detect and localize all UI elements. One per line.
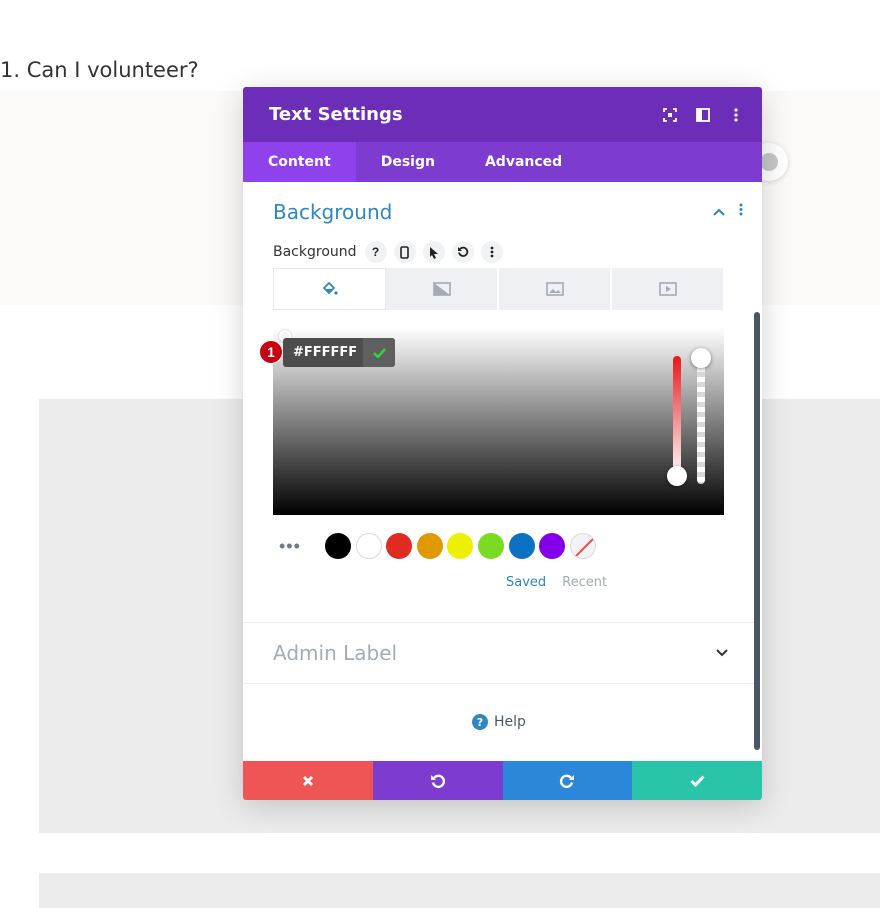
faq-question: 1. Can I volunteer? xyxy=(0,58,199,82)
checkmark-icon xyxy=(690,774,705,787)
background-color-tab[interactable] xyxy=(273,268,386,310)
handle-icon xyxy=(760,153,778,171)
undo-icon xyxy=(430,774,445,788)
help-question-icon[interactable]: ? xyxy=(364,241,387,263)
paint-bucket-icon xyxy=(322,282,338,295)
color-swatch[interactable] xyxy=(386,533,413,559)
help-circle-icon: ? xyxy=(472,714,488,730)
tab-content[interactable]: Content xyxy=(243,142,356,182)
section-divider xyxy=(243,683,754,684)
color-swatch[interactable] xyxy=(539,533,566,559)
hue-slider-handle[interactable] xyxy=(667,466,687,486)
cancel-button[interactable] xyxy=(243,761,373,800)
tab-design[interactable]: Design xyxy=(356,142,460,182)
opacity-slider-handle[interactable] xyxy=(691,348,711,368)
admin-label-section-header[interactable]: Admin Label xyxy=(273,641,728,665)
redo-icon xyxy=(560,774,575,788)
mobile-device-icon[interactable] xyxy=(393,241,416,263)
hex-color-input[interactable] xyxy=(283,338,363,367)
opacity-slider[interactable] xyxy=(697,352,705,484)
color-swatches: ••• xyxy=(279,533,600,559)
hue-slider[interactable] xyxy=(673,356,681,478)
chevron-down-icon[interactable] xyxy=(716,644,728,662)
color-swatch[interactable] xyxy=(416,533,443,559)
background-section-header[interactable]: Background xyxy=(273,200,743,224)
section-divider xyxy=(243,622,754,623)
swatch-source-toggle: Saved Recent xyxy=(506,575,607,590)
section-title: Background xyxy=(273,200,393,224)
text-settings-modal: Text Settings Content Design Advanced Ba… xyxy=(243,87,762,800)
section-more-icon[interactable] xyxy=(739,203,743,221)
fullscreen-icon[interactable] xyxy=(653,87,686,142)
more-swatches-icon[interactable]: ••• xyxy=(279,536,303,557)
modal-scrollbar[interactable] xyxy=(754,312,760,750)
redo-button[interactable] xyxy=(502,761,633,800)
color-swatch[interactable] xyxy=(355,533,382,559)
tab-advanced[interactable]: Advanced xyxy=(460,142,587,182)
color-swatch[interactable] xyxy=(325,533,351,559)
recent-colors-tab[interactable]: Recent xyxy=(562,575,607,590)
step-callout-badge: 1 xyxy=(259,340,283,364)
saved-colors-tab[interactable]: Saved xyxy=(506,575,546,590)
background-gradient-tab[interactable] xyxy=(386,268,499,310)
gradient-icon xyxy=(432,282,451,296)
hover-cursor-icon[interactable] xyxy=(422,241,445,263)
page-content-block-lower xyxy=(39,873,880,908)
video-icon xyxy=(658,282,677,296)
hex-color-field xyxy=(283,338,395,367)
admin-label-title: Admin Label xyxy=(273,641,398,665)
more-options-icon[interactable] xyxy=(719,87,752,142)
background-label: Background xyxy=(273,244,357,260)
modal-footer xyxy=(243,761,762,800)
color-swatch[interactable] xyxy=(447,533,474,559)
option-more-icon[interactable] xyxy=(480,241,503,263)
background-image-tab[interactable] xyxy=(499,268,612,310)
split-view-icon[interactable] xyxy=(686,87,719,142)
color-swatch[interactable] xyxy=(508,533,535,559)
help-link[interactable]: ? Help xyxy=(472,714,526,730)
color-swatch[interactable] xyxy=(477,533,504,559)
background-type-tabs xyxy=(273,268,725,310)
background-video-tab[interactable] xyxy=(612,268,725,310)
undo-button[interactable] xyxy=(372,761,503,800)
help-label: Help xyxy=(494,714,526,730)
modal-title: Text Settings xyxy=(269,104,403,125)
checkmark-icon xyxy=(372,347,386,358)
close-icon xyxy=(302,775,313,786)
swatch-no-color[interactable] xyxy=(569,533,596,559)
background-option-row: Background ? xyxy=(273,241,510,263)
image-icon xyxy=(545,282,564,296)
hex-confirm-button[interactable] xyxy=(363,338,395,367)
reset-icon[interactable] xyxy=(451,241,474,263)
save-button[interactable] xyxy=(632,761,762,800)
chevron-up-icon[interactable] xyxy=(713,203,725,221)
modal-tabs: Content Design Advanced xyxy=(243,142,762,182)
modal-header: Text Settings xyxy=(243,87,762,142)
